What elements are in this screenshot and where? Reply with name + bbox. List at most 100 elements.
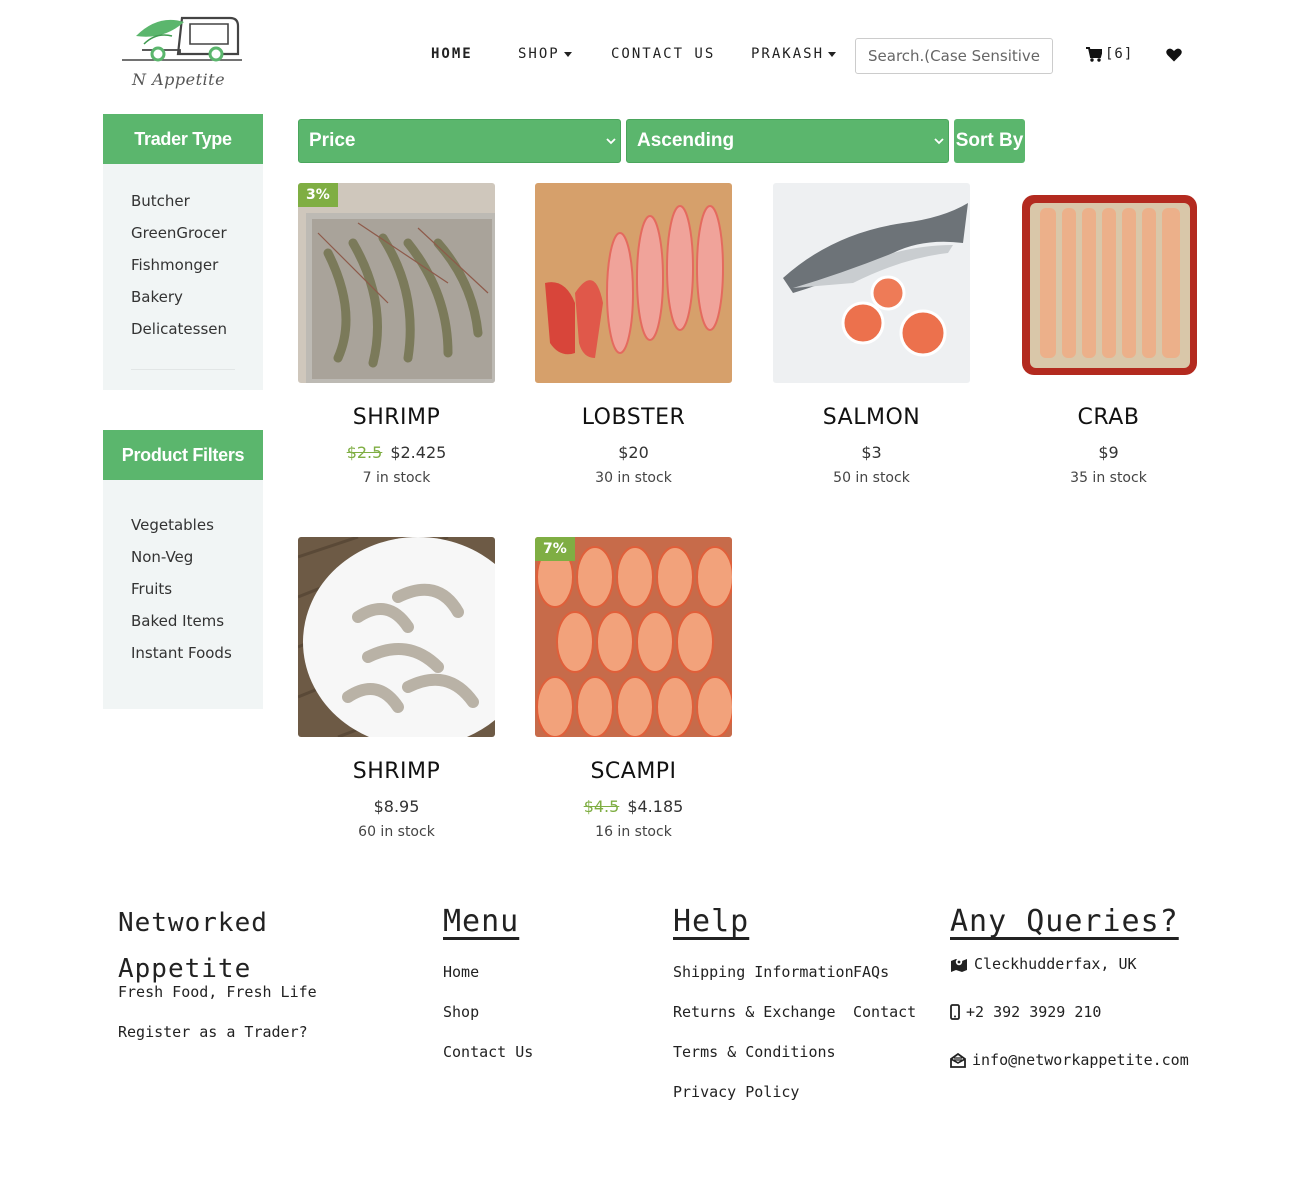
trader-type-butcher[interactable]: Butcher (131, 192, 190, 210)
footer-menu-title: Menu (443, 904, 520, 939)
product-stock: 30 in stock (595, 470, 672, 486)
product-name[interactable]: SHRIMP (298, 759, 495, 784)
product-stock: 16 in stock (595, 824, 672, 840)
product-name[interactable]: CRAB (1010, 405, 1207, 430)
footer-email[interactable]: info@networkappetite.com (950, 1051, 1189, 1069)
nav-contact-us[interactable]: CONTACT US (611, 46, 715, 62)
phone-icon (950, 1004, 960, 1020)
chevron-down-icon (934, 138, 944, 145)
trader-type-greengrocer[interactable]: GreenGrocer (131, 224, 227, 242)
wishlist-button[interactable] (1166, 47, 1182, 66)
chevron-down-icon (606, 138, 616, 145)
filter-vegetables[interactable]: Vegetables (131, 516, 214, 534)
delivery-truck-logo-icon (122, 16, 242, 62)
product-stock: 7 in stock (362, 470, 431, 486)
map-marker-icon (951, 958, 967, 972)
nav-user-menu[interactable]: PRAKASH (751, 46, 837, 62)
product-stock: 35 in stock (1070, 470, 1147, 486)
old-price: $2.5 (346, 443, 383, 462)
scampi-photo (535, 537, 732, 737)
current-price: $20 (618, 443, 649, 462)
product-image-crab[interactable] (1010, 183, 1207, 383)
site-logo[interactable]: N Appetite (118, 10, 246, 100)
footer-link-shipping[interactable]: Shipping Information (673, 963, 854, 981)
cart-icon (1086, 46, 1102, 62)
trader-type-title: Trader Type (103, 114, 263, 164)
product-name[interactable]: SCAMPI (535, 759, 732, 784)
product-price: $20 (535, 443, 732, 462)
product-filters-title-text: Product Filters (121, 444, 245, 465)
envelope-open-icon (950, 1052, 966, 1068)
footer-link-home[interactable]: Home (443, 963, 479, 981)
product-price: $4.5 $4.185 (535, 797, 732, 816)
product-price: $8.95 (298, 797, 495, 816)
nav-shop[interactable]: SHOP (518, 46, 572, 62)
sort-field-value: Price (309, 130, 356, 151)
sort-field-select[interactable]: Price (298, 119, 621, 163)
trader-type-fishmonger[interactable]: Fishmonger (131, 256, 218, 274)
product-name[interactable]: SALMON (773, 405, 970, 430)
shrimp-plate-photo (298, 537, 495, 737)
email-text: info@networkappetite.com (972, 1051, 1189, 1069)
filter-baked-items[interactable]: Baked Items (131, 612, 224, 630)
shrimp-photo (298, 183, 495, 383)
chevron-down-icon (828, 51, 837, 57)
trader-type-bakery[interactable]: Bakery (131, 288, 183, 306)
sort-order-select[interactable]: Ascending (626, 119, 949, 163)
product-image-salmon[interactable] (773, 183, 970, 383)
product-price: $3 (773, 443, 970, 462)
address-text: Cleckhudderfax, UK (974, 955, 1137, 973)
search-input[interactable] (855, 38, 1053, 74)
product-name[interactable]: SHRIMP (298, 405, 495, 430)
cart-button[interactable]: [6] (1086, 46, 1133, 62)
sort-order-value: Ascending (637, 130, 735, 151)
footer-queries-title: Any Queries? (950, 904, 1179, 939)
crab-photo (1010, 183, 1207, 383)
footer-brand-line1: Networked (118, 908, 268, 938)
lobster-photo (535, 183, 732, 383)
filter-fruits[interactable]: Fruits (131, 580, 172, 598)
chevron-down-icon (563, 51, 572, 57)
phone-text: +2 392 3929 210 (966, 1003, 1102, 1021)
footer-link-faqs[interactable]: FAQs (853, 963, 889, 981)
cart-count: [6] (1105, 46, 1134, 62)
filter-instant-foods[interactable]: Instant Foods (131, 644, 232, 662)
product-stock: 60 in stock (358, 824, 435, 840)
trader-type-panel: Trader Type Butcher GreenGrocer Fishmong… (103, 114, 263, 390)
old-price: $4.5 (583, 797, 620, 816)
current-price: $9 (1098, 443, 1119, 462)
product-image-scampi[interactable]: 7% (535, 537, 732, 737)
product-image-shrimp[interactable]: 3% (298, 183, 495, 383)
sort-by-button[interactable]: Sort By (954, 119, 1025, 163)
current-price: $8.95 (373, 797, 420, 816)
product-image-shrimp[interactable] (298, 537, 495, 737)
footer-link-contact-us[interactable]: Contact Us (443, 1043, 533, 1061)
current-price: $4.185 (627, 797, 684, 816)
product-image-lobster[interactable] (535, 183, 732, 383)
nav-user-label: PRAKASH (751, 46, 825, 62)
current-price: $2.425 (390, 443, 447, 462)
footer-address: Cleckhudderfax, UK (950, 955, 1137, 973)
footer-link-returns[interactable]: Returns & Exchange (673, 1003, 836, 1021)
footer-link-privacy[interactable]: Privacy Policy (673, 1083, 799, 1101)
product-stock: 50 in stock (833, 470, 910, 486)
trader-type-delicatessen[interactable]: Delicatessen (131, 320, 227, 338)
register-trader-link[interactable]: Register as a Trader? (118, 1023, 308, 1041)
discount-badge: 3% (298, 183, 338, 207)
footer-link-terms[interactable]: Terms & Conditions (673, 1043, 836, 1061)
product-filters-panel: Product Filters Vegetables Non-Veg Fruit… (103, 430, 263, 709)
footer-link-contact[interactable]: Contact (853, 1003, 916, 1021)
logo-text: N Appetite (132, 70, 226, 89)
footer-phone: +2 392 3929 210 (950, 1003, 1101, 1021)
heart-icon (1166, 48, 1182, 62)
nav-home[interactable]: HOME (431, 46, 473, 62)
product-name[interactable]: LOBSTER (535, 405, 732, 430)
footer-brand: Networked Appetite (118, 900, 268, 992)
product-price: $9 (1010, 443, 1207, 462)
filter-non-veg[interactable]: Non-Veg (131, 548, 193, 566)
footer-help-title: Help (673, 904, 750, 939)
current-price: $3 (861, 443, 882, 462)
footer-link-shop[interactable]: Shop (443, 1003, 479, 1021)
divider (131, 369, 235, 370)
salmon-photo (773, 183, 970, 383)
